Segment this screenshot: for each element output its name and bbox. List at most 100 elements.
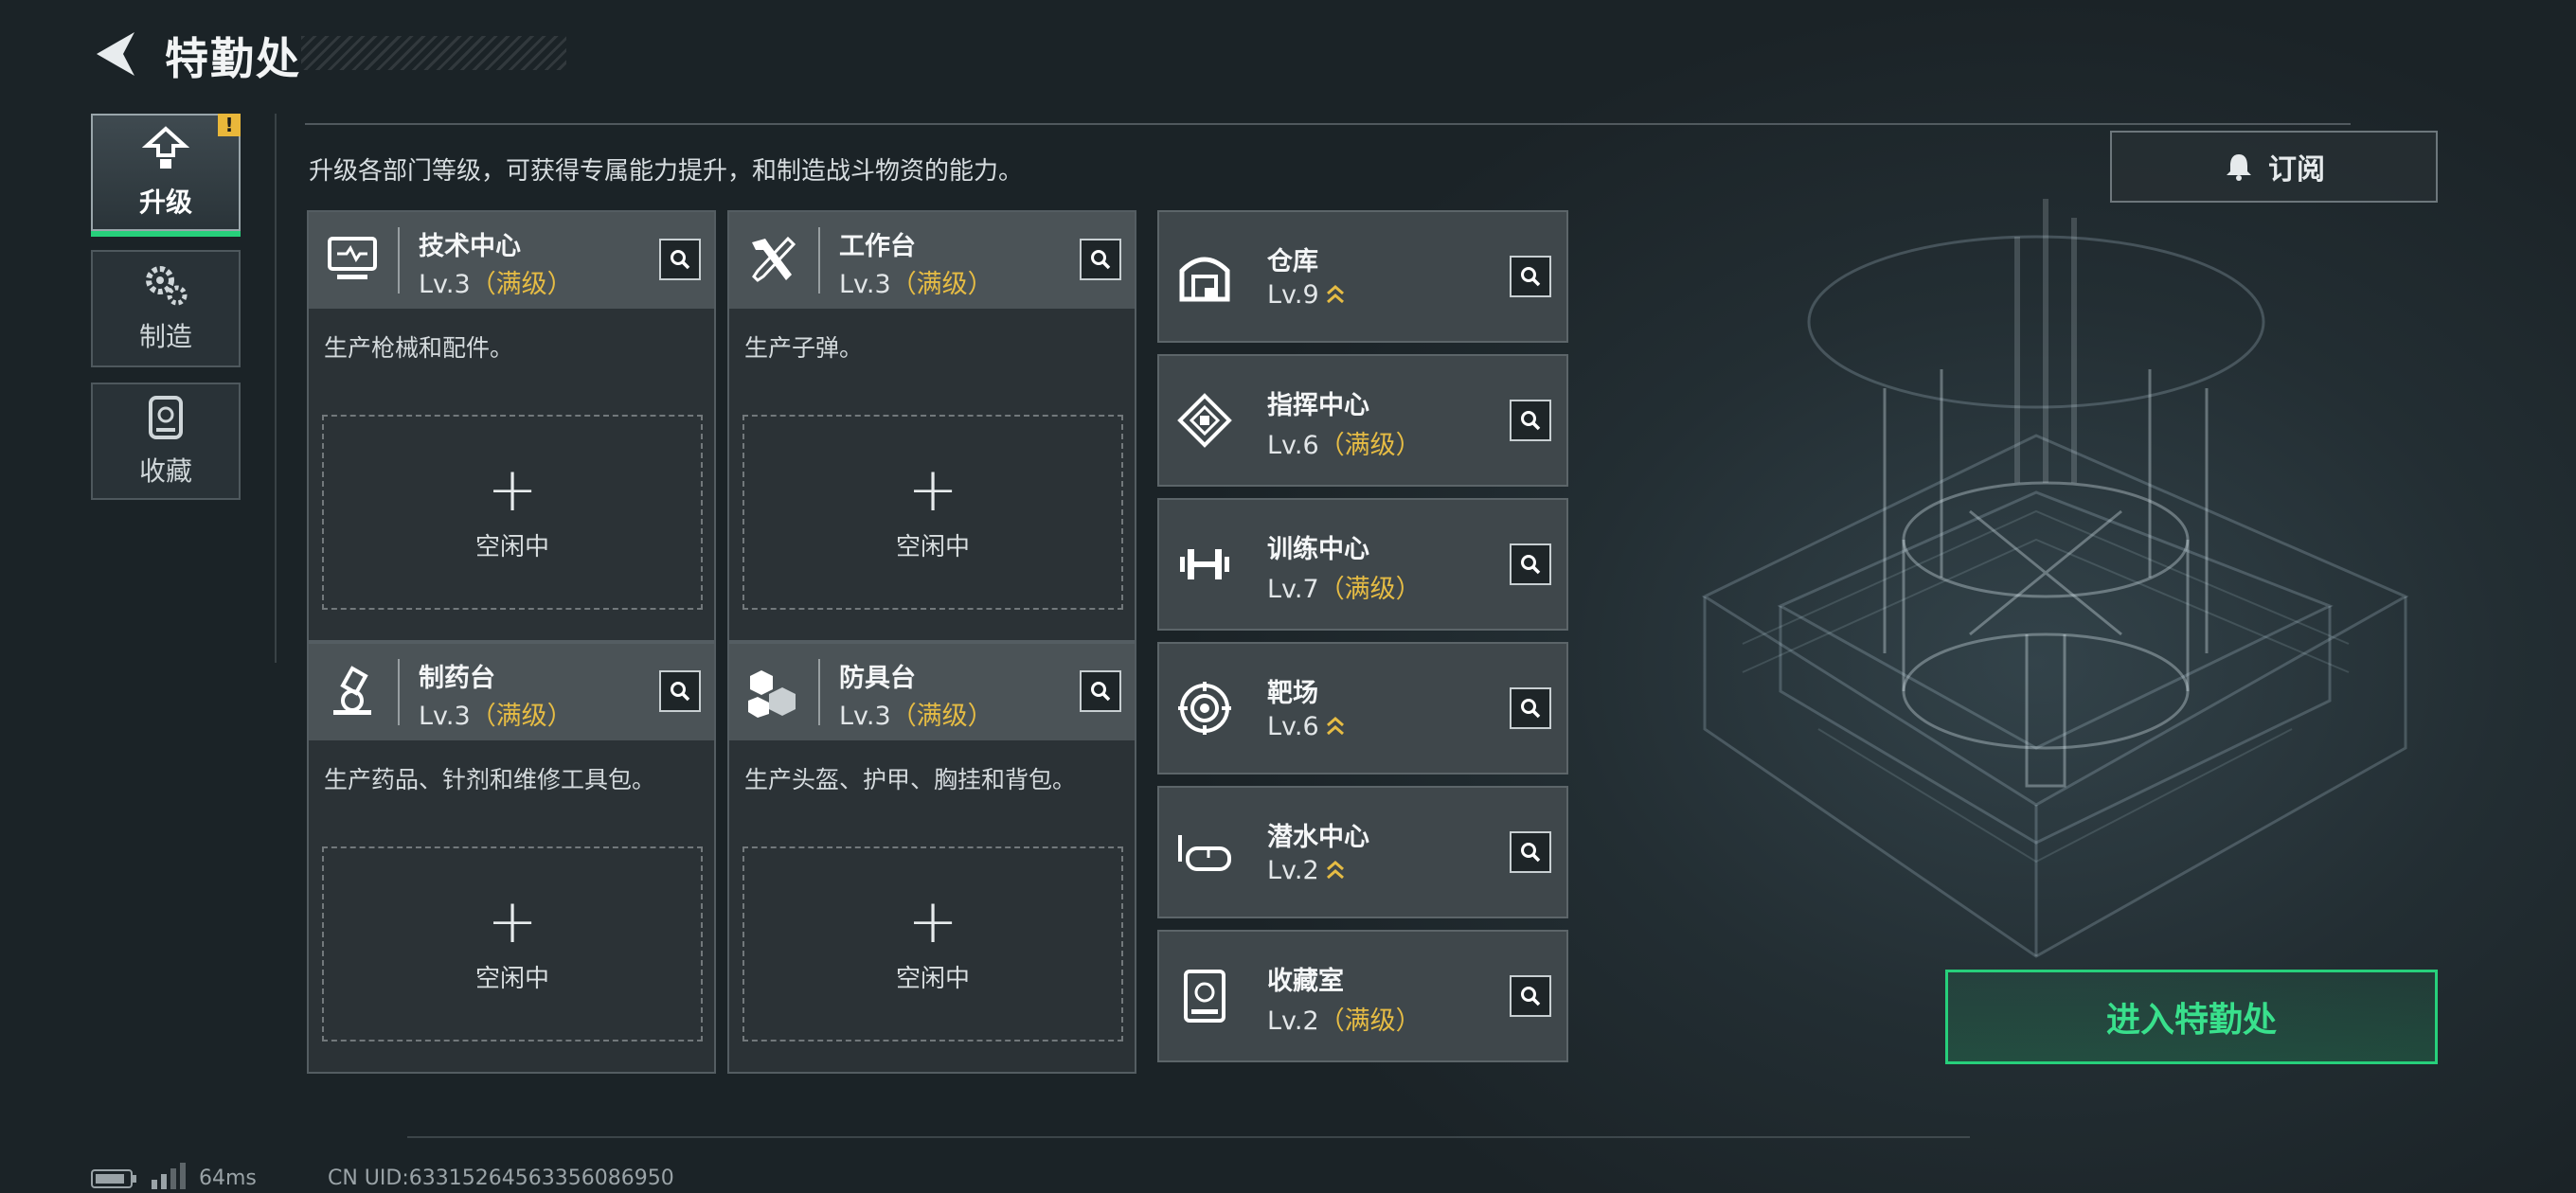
target-icon — [1178, 682, 1231, 735]
department-level: Lv.2 — [1267, 856, 1346, 885]
search-button[interactable] — [1080, 239, 1121, 280]
bell-icon — [2227, 154, 2251, 181]
department-level: Lv.6（满级） — [1267, 431, 1422, 460]
department-row-collection-room[interactable]: 收藏室 Lv.2（满级） — [1157, 930, 1568, 1062]
upgrade-chevron-icon — [1326, 717, 1344, 736]
department-row-shooting-range[interactable]: 靶场 Lv.6 — [1157, 642, 1568, 775]
tab-craft-label: 制造 — [138, 321, 192, 352]
search-icon — [1521, 267, 1541, 287]
workshop-description: 生产枪械和配件。 — [324, 334, 514, 362]
search-button[interactable] — [1510, 256, 1551, 297]
plus-icon: + — [907, 454, 958, 525]
department-row-command-center[interactable]: 指挥中心 Lv.6（满级） — [1157, 354, 1568, 487]
workbench-icon — [752, 236, 796, 282]
search-button[interactable] — [1080, 670, 1121, 712]
search-button[interactable] — [1510, 543, 1551, 585]
tab-craft[interactable]: 制造 — [91, 250, 241, 367]
workshop-card-armor-bench[interactable]: 防具台 Lv.3（满级） 生产头盔、护甲、胸挂和背包。 + 空闲中 — [727, 642, 1136, 1074]
department-level: Lv.9 — [1267, 280, 1346, 310]
department-name: 靶场 — [1267, 679, 1318, 708]
workshop-level: Lv.3（满级） — [839, 270, 993, 299]
page-description: 升级各部门等级，可获得专属能力提升，和制造战斗物资的能力。 — [309, 157, 1024, 186]
department-name: 指挥中心 — [1267, 391, 1369, 420]
search-button[interactable] — [1510, 400, 1551, 441]
workshop-level: Lv.3（满级） — [839, 702, 993, 731]
department-level: Lv.7（满级） — [1267, 575, 1422, 604]
dumbbell-icon — [1180, 549, 1229, 579]
department-level: Lv.2（满级） — [1267, 1006, 1422, 1036]
uid-text: CN UID:63315264563356086950 — [328, 1166, 674, 1190]
slot-status: 空闲中 — [895, 964, 970, 993]
production-slot[interactable]: + 空闲中 — [742, 846, 1123, 1042]
search-icon — [671, 682, 690, 702]
subscribe-label: 订阅 — [2268, 153, 2325, 187]
production-slot[interactable]: + 空闲中 — [742, 415, 1123, 610]
enter-special-ops-button[interactable]: 进入特勤处 — [1945, 970, 2438, 1064]
upgrade-chevron-icon — [1326, 861, 1344, 880]
workshop-name: 防具台 — [839, 664, 916, 693]
subscribe-button[interactable]: 订阅 — [2110, 131, 2438, 203]
tab-collection[interactable]: 收藏 — [91, 383, 241, 500]
department-name: 训练中心 — [1267, 535, 1369, 564]
search-icon — [1091, 682, 1111, 702]
slot-status: 空闲中 — [474, 964, 549, 993]
tab-upgrade-label: 升级 — [138, 187, 192, 218]
back-arrow-icon[interactable] — [87, 27, 140, 81]
search-button[interactable] — [1510, 687, 1551, 729]
ping-text: 64ms — [199, 1166, 257, 1190]
command-center-icon — [1177, 393, 1232, 448]
production-slot[interactable]: + 空闲中 — [322, 846, 703, 1042]
production-slot[interactable]: + 空闲中 — [322, 415, 703, 610]
armor-bench-icon — [748, 670, 796, 718]
upgrade-icon — [141, 126, 190, 169]
workshop-name: 技术中心 — [419, 232, 521, 261]
collection-icon — [149, 396, 183, 439]
search-button[interactable] — [1510, 975, 1551, 1017]
search-icon — [1521, 987, 1541, 1006]
tab-upgrade[interactable]: ! 升级 — [91, 114, 241, 237]
search-icon — [1521, 411, 1541, 431]
diving-mask-icon — [1178, 835, 1231, 871]
plus-icon: + — [487, 454, 538, 525]
workshop-name: 工作台 — [839, 232, 916, 261]
department-row-training-center[interactable]: 训练中心 Lv.7（满级） — [1157, 498, 1568, 631]
slot-status: 空闲中 — [474, 532, 549, 561]
collection-room-icon — [1184, 970, 1225, 1023]
search-icon — [1091, 250, 1111, 270]
department-name: 仓库 — [1267, 247, 1318, 276]
department-row-diving-center[interactable]: 潜水中心 Lv.2 — [1157, 786, 1568, 918]
page-title: 特勤处 — [165, 33, 301, 84]
workshop-name: 制药台 — [419, 664, 495, 693]
workshop-card-workbench[interactable]: 工作台 Lv.3（满级） 生产子弹。 + 空闲中 — [727, 210, 1136, 642]
bottom-divider — [407, 1136, 1970, 1138]
battery-icon — [91, 1169, 136, 1188]
department-name: 收藏室 — [1267, 967, 1344, 996]
workshop-description: 生产药品、针剂和维修工具包。 — [324, 766, 656, 793]
search-button[interactable] — [659, 670, 701, 712]
gears-icon — [146, 266, 188, 306]
top-divider — [305, 123, 2351, 125]
pharmacy-icon — [333, 666, 371, 715]
title-decoration — [301, 36, 566, 70]
base-wireframe-illustration — [1701, 199, 2409, 958]
search-button[interactable] — [659, 239, 701, 280]
tab-collection-label: 收藏 — [138, 455, 192, 487]
signal-icon — [152, 1163, 186, 1189]
warehouse-icon — [1179, 257, 1230, 302]
workshop-description: 生产子弹。 — [744, 334, 864, 362]
workshop-card-tech-center[interactable]: 技术中心 Lv.3（满级） 生产枪械和配件。 + 空闲中 — [307, 210, 716, 642]
search-icon — [1521, 555, 1541, 575]
alert-badge: ! — [218, 114, 241, 136]
department-name: 潜水中心 — [1267, 823, 1369, 852]
workshop-level: Lv.3（满级） — [419, 270, 573, 299]
search-button[interactable] — [1510, 831, 1551, 873]
search-icon — [671, 250, 690, 270]
workshop-level: Lv.3（满级） — [419, 702, 573, 731]
tech-center-icon — [328, 237, 377, 279]
department-row-warehouse[interactable]: 仓库 Lv.9 — [1157, 210, 1568, 343]
workshop-card-pharmacy[interactable]: 制药台 Lv.3（满级） 生产药品、针剂和维修工具包。 + 空闲中 — [307, 642, 716, 1074]
slot-status: 空闲中 — [895, 532, 970, 561]
left-divider — [275, 114, 277, 663]
workshop-description: 生产头盔、护甲、胸挂和背包。 — [744, 766, 1077, 793]
plus-icon: + — [487, 886, 538, 957]
